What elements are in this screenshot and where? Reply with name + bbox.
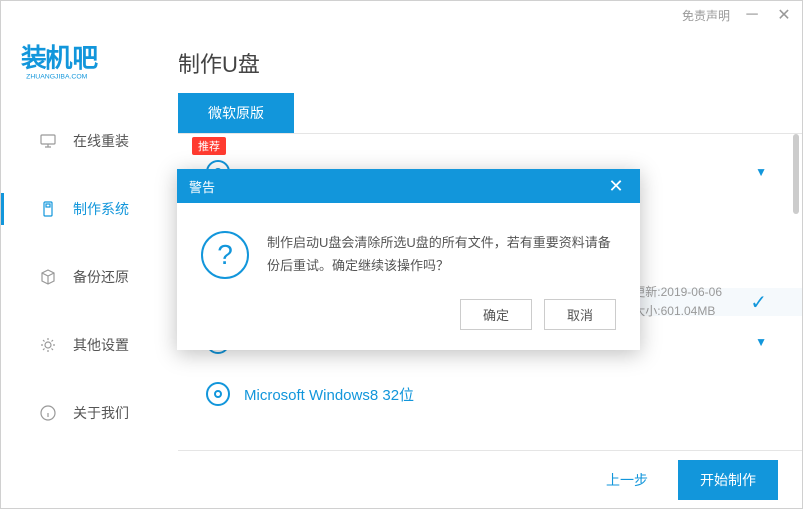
question-icon: ? [201,231,249,279]
logo: 装机吧 ZHUANGJIBA.COM [1,29,177,107]
sidebar-label: 在线重装 [73,131,129,151]
minimize-button[interactable]: ─ [742,5,762,25]
cube-icon [39,268,57,286]
dialog-ok-button[interactable]: 确定 [460,299,532,330]
dialog-title: 警告 [189,177,215,196]
check-icon: ✓ [750,290,767,315]
disclaimer-link[interactable]: 免责声明 [682,7,730,24]
content-header: 制作U盘 [178,29,802,93]
dialog-header: 警告 ✕ [177,169,640,203]
sidebar-item-backup[interactable]: 备份还原 [1,243,177,311]
info-icon [39,404,57,422]
dialog-cancel-button[interactable]: 取消 [544,299,616,330]
logo-subtext: ZHUANGJIBA.COM [26,73,88,80]
tabs: 微软原版 [178,93,802,134]
sidebar: 装机吧 ZHUANGJIBA.COM 在线重装 制作系统 备份还原 其他设置 [1,29,177,508]
nav: 在线重装 制作系统 备份还原 其他设置 关于我们 [1,107,177,508]
dialog-message: 制作启动U盘会清除所选U盘的所有文件，若有重要资料请备份后重试。确定继续该操作吗… [267,231,616,279]
sidebar-label: 其他设置 [73,335,129,355]
warning-dialog: 警告 ✕ ? 制作启动U盘会清除所选U盘的所有文件，若有重要资料请备份后重试。确… [177,169,640,350]
disc-icon [206,382,230,406]
footer: 上一步 开始制作 [178,450,802,508]
sidebar-item-make-system[interactable]: 制作系统 [1,175,177,243]
gear-icon [39,336,57,354]
dialog-footer: 确定 取消 [177,299,640,350]
chevron-down-icon: ▼ [755,165,767,179]
dialog-close-button[interactable]: ✕ [604,176,628,197]
item-title: Microsoft Windows8 32位 [244,384,414,405]
logo-text: 装机吧 [21,43,98,72]
page-title: 制作U盘 [178,47,802,79]
sidebar-label: 关于我们 [73,403,129,423]
list-item[interactable]: Microsoft Windows8 32位 [178,368,802,420]
start-button[interactable]: 开始制作 [678,460,778,500]
meta-update: 更新:2019-06-06 [633,283,722,302]
dialog-body: ? 制作启动U盘会清除所选U盘的所有文件，若有重要资料请备份后重试。确定继续该操… [177,203,640,299]
sidebar-item-reinstall[interactable]: 在线重装 [1,107,177,175]
tab-ms-original[interactable]: 微软原版 [178,93,294,133]
sidebar-label: 制作系统 [73,199,129,219]
sidebar-label: 备份还原 [73,267,129,287]
sidebar-item-about[interactable]: 关于我们 [1,379,177,447]
chevron-down-icon: ▼ [755,335,767,349]
prev-button[interactable]: 上一步 [586,460,668,500]
sidebar-item-settings[interactable]: 其他设置 [1,311,177,379]
close-button[interactable]: ✕ [774,5,794,25]
usb-icon [39,200,57,218]
titlebar: 免责声明 ─ ✕ [1,1,802,29]
monitor-icon [39,132,57,150]
